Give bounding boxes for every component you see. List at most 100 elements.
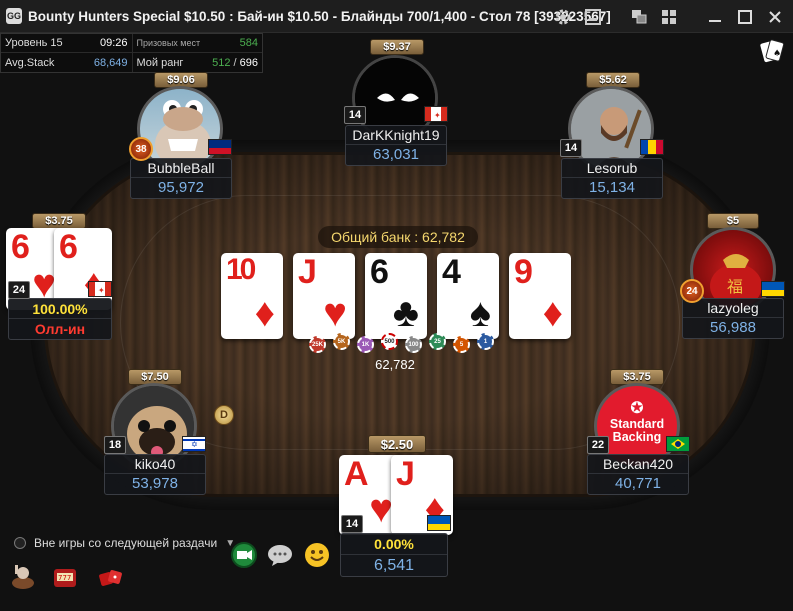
rabbit-hunt-icon[interactable] [8, 562, 38, 592]
player-level-badge: 22 [587, 436, 609, 454]
brazil-flag-icon [666, 436, 690, 452]
total-pot-label: Общий банк : 62,782 [318, 226, 478, 248]
card-suit-icon: ♥ [323, 291, 347, 335]
svg-text:♠: ♠ [773, 49, 781, 59]
close-icon[interactable] [765, 7, 785, 27]
sit-out-label: Вне игры со следующей раздачи [34, 536, 218, 550]
card-rank: 10 [226, 253, 256, 286]
player-level-badge: 24 [680, 279, 704, 303]
player-stack: 53,978 [132, 475, 178, 492]
board-card: 10 ♦ [221, 253, 283, 339]
player-nameplate: Lesorub 15,134 [561, 158, 663, 199]
player-name: lazyoleg [683, 299, 783, 318]
player-level-badge: 38 [129, 137, 153, 161]
player-level-badge: 14 [344, 106, 366, 124]
hero-stack: 6,541 [373, 557, 415, 574]
player-name: Beckan420 [588, 455, 688, 474]
rank-total: 696 [239, 56, 258, 69]
app-logo-icon: GG [6, 8, 22, 24]
level-label: Уровень 15 [5, 37, 63, 49]
poker-chip: 25K [309, 336, 326, 353]
board-card: 4 ♠ [437, 253, 499, 339]
avatar-logo-text: Standard Backing [609, 417, 665, 444]
ukraine-flag-icon [761, 281, 785, 297]
card-suit-icon: ♠ [469, 291, 491, 335]
player-level-badge: 14 [560, 139, 582, 157]
allin-status: Олл-ин [34, 321, 86, 337]
card-rank: J [396, 455, 415, 493]
svg-text:777: 777 [58, 574, 71, 582]
bounty-badge: $2.50 [368, 435, 426, 453]
svg-text:福: 福 [727, 277, 743, 296]
card-rank: A [344, 455, 369, 493]
player-nameplate: BubbleBall 95,972 [130, 158, 232, 199]
emoji-smiley-icon[interactable] [302, 540, 332, 570]
player-stack: 95,972 [158, 179, 204, 196]
video-replay-icon[interactable] [229, 540, 259, 570]
pot-amount: 62,782 [375, 357, 415, 372]
player-name: DarKKnight19 [346, 126, 446, 145]
slot-machine-icon[interactable]: 777 [50, 562, 80, 592]
avg-stack-label: Avg.Stack [5, 56, 55, 69]
poker-chip: 1 [477, 333, 494, 350]
board-card: J ♥ [293, 253, 355, 339]
staking-logo-icon: ✪ [630, 400, 644, 417]
card-deck-icon[interactable]: ♠ [760, 38, 785, 64]
hero-equity-percent: 0.00% [341, 534, 447, 555]
poker-chip: 500 [381, 333, 398, 350]
rank-value-group: 512 / 696 [212, 57, 258, 69]
sit-out-next-hand-option[interactable]: Вне игры со следующей раздачи ▼ [14, 535, 235, 551]
player-name: BubbleBall [131, 159, 231, 178]
card-suit-icon: ♦ [542, 291, 563, 335]
card-suit-icon: ♣ [392, 291, 419, 335]
poker-chip: 1K [357, 336, 374, 353]
cascade-windows-icon[interactable] [629, 7, 649, 27]
minimize-icon[interactable] [705, 7, 725, 27]
player-nameplate: DarKKnight19 63,031 [345, 125, 447, 166]
rank-label: Мой ранг [136, 56, 184, 69]
maximize-icon[interactable] [735, 7, 755, 27]
bounty-badge: $3.75 [32, 213, 86, 229]
prize-places-label: Призовых мест [136, 38, 201, 48]
card-rank: 4 [442, 253, 461, 291]
title-bar-controls [553, 0, 785, 33]
sit-out-radio[interactable] [14, 537, 26, 549]
card-rank: 6 [370, 253, 389, 291]
poker-chip: 100 [405, 336, 422, 353]
player-stack: 56,988 [710, 319, 756, 336]
table-view-icon[interactable] [583, 7, 603, 27]
moldova-flag-icon [640, 139, 664, 155]
bounty-badge: $9.37 [370, 39, 424, 55]
player-level-badge: 14 [341, 515, 363, 533]
player-stack: 40,771 [615, 475, 661, 492]
equity-percent: 100.00% [9, 299, 111, 319]
canada-flag-icon: ✦ [424, 106, 448, 122]
poker-chip: 5 [453, 336, 470, 353]
liechtenstein-flag-icon [208, 139, 232, 155]
player-nameplate: Beckan420 40,771 [587, 454, 689, 495]
dice-game-icon[interactable] [95, 562, 125, 592]
card-rank: J [298, 253, 317, 291]
poker-chip: 25 [429, 333, 446, 350]
chat-bubble-icon[interactable] [265, 540, 295, 570]
tournament-info-panel: Уровень 15 09:26 Призовых мест 584 Avg.S… [0, 33, 263, 73]
board-card: 6 ♣ [365, 253, 427, 339]
poker-chip: 5K [333, 333, 350, 350]
board-card: 9 ♦ [509, 253, 571, 339]
card-rank: 6 [59, 228, 78, 266]
rank-separator: / [230, 56, 240, 69]
card-rank: 9 [514, 253, 533, 291]
card-suit-icon: ♦ [254, 291, 275, 335]
settings-gear-icon[interactable] [553, 7, 573, 27]
title-bar: GG Bounty Hunters Special $10.50 : Бай-и… [0, 0, 793, 33]
israel-flag-icon: ✡ [182, 436, 206, 452]
avg-stack-value: 68,649 [93, 56, 128, 69]
hero-status-plate: 0.00% 6,541 [340, 533, 448, 577]
canada-flag-icon: ✦ [88, 281, 112, 297]
rank-value: 512 [212, 56, 231, 69]
card-suit-icon: ♥ [369, 487, 393, 531]
player-status-plate: 100.00% Олл-ин [8, 298, 112, 340]
player-nameplate: lazyoleg 56,988 [682, 298, 784, 339]
tile-windows-icon[interactable] [659, 7, 679, 27]
player-level-badge: 18 [104, 436, 126, 454]
